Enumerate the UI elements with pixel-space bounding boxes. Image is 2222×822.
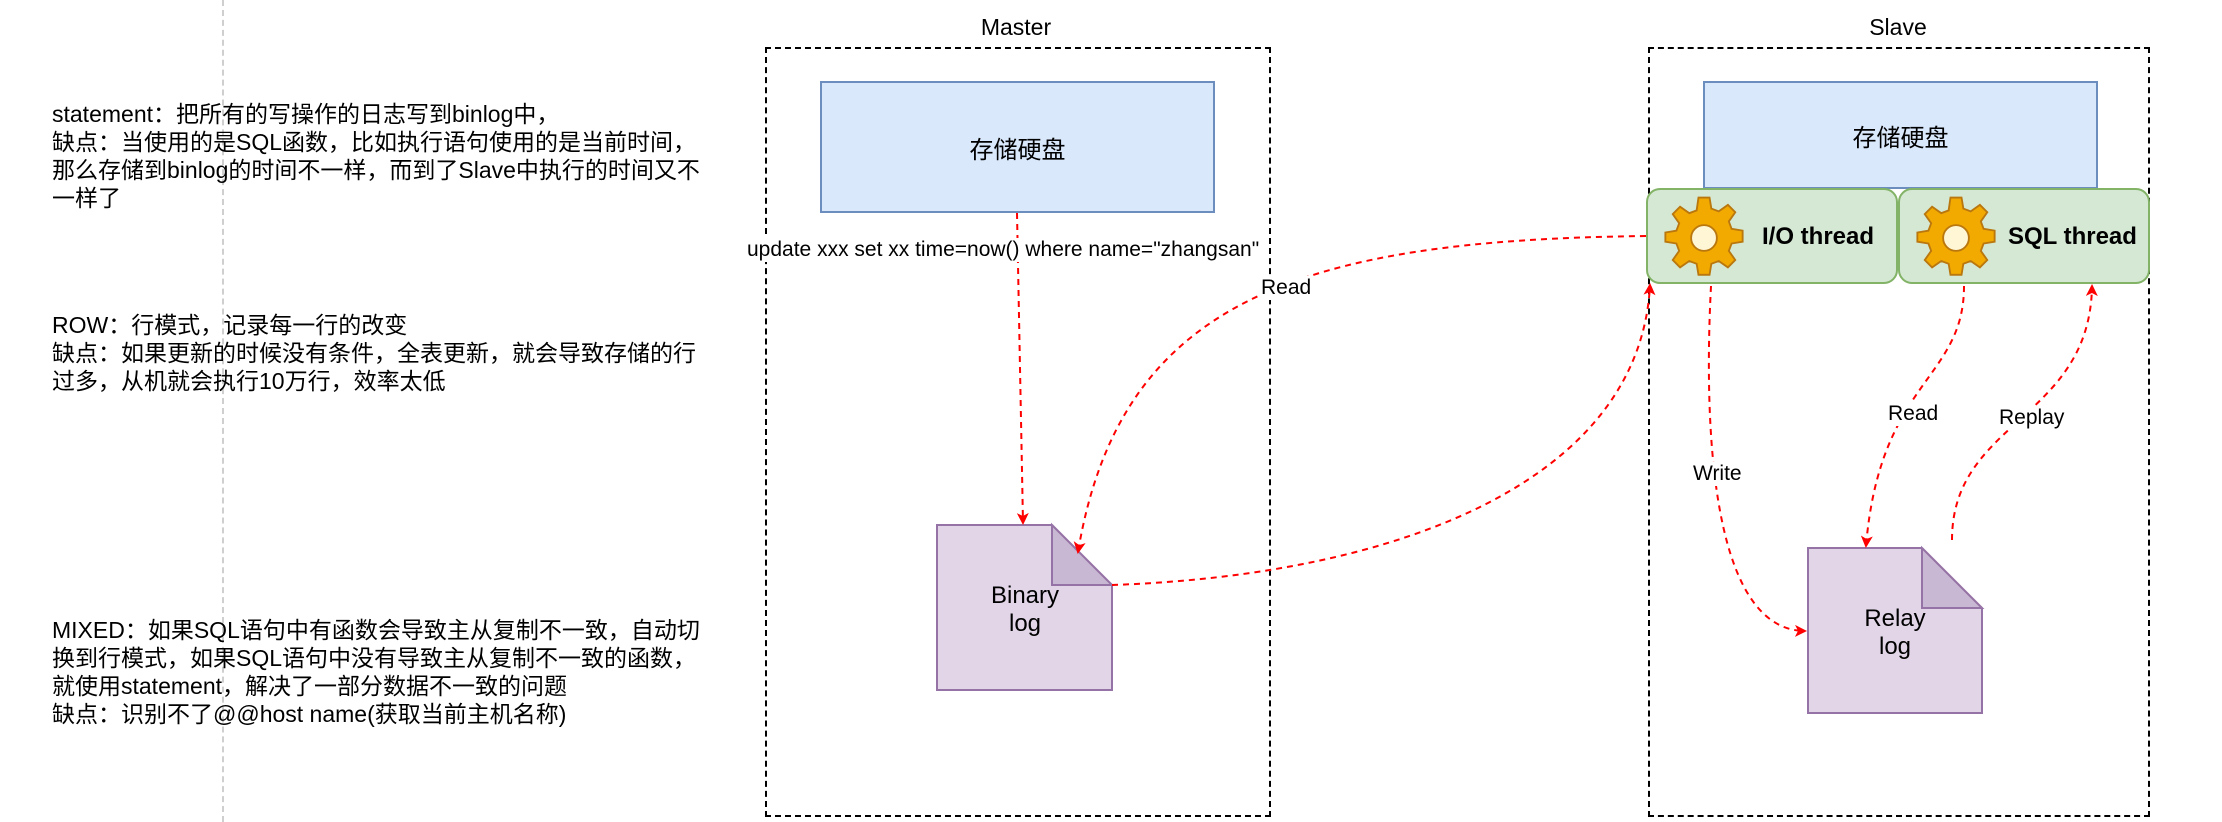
- edge-binlog-to-io-thread: [1111, 283, 1656, 586]
- edge-label-replay: Replay: [1996, 406, 2068, 430]
- edge-io-read-binlog: [1073, 235, 1647, 554]
- relay-log-label: Relay log: [1830, 605, 1960, 661]
- edge-label-read-relay: Read: [1885, 402, 1942, 426]
- sql-statement-label: update xxx set xx time=now() where name=…: [744, 238, 1263, 262]
- binary-log-label-line1: Binary: [990, 582, 1060, 609]
- relay-log-label-line1: Relay: [1864, 605, 1926, 632]
- edge-label-read-binlog: Read: [1258, 276, 1315, 300]
- edge-label-write: Write: [1690, 462, 1745, 486]
- binary-log-label-line2: log: [1008, 610, 1042, 637]
- binary-log-label: Binary log: [960, 582, 1090, 638]
- relay-log-label-line2: log: [1878, 633, 1912, 660]
- edge-io-write-relay: [1707, 285, 1807, 637]
